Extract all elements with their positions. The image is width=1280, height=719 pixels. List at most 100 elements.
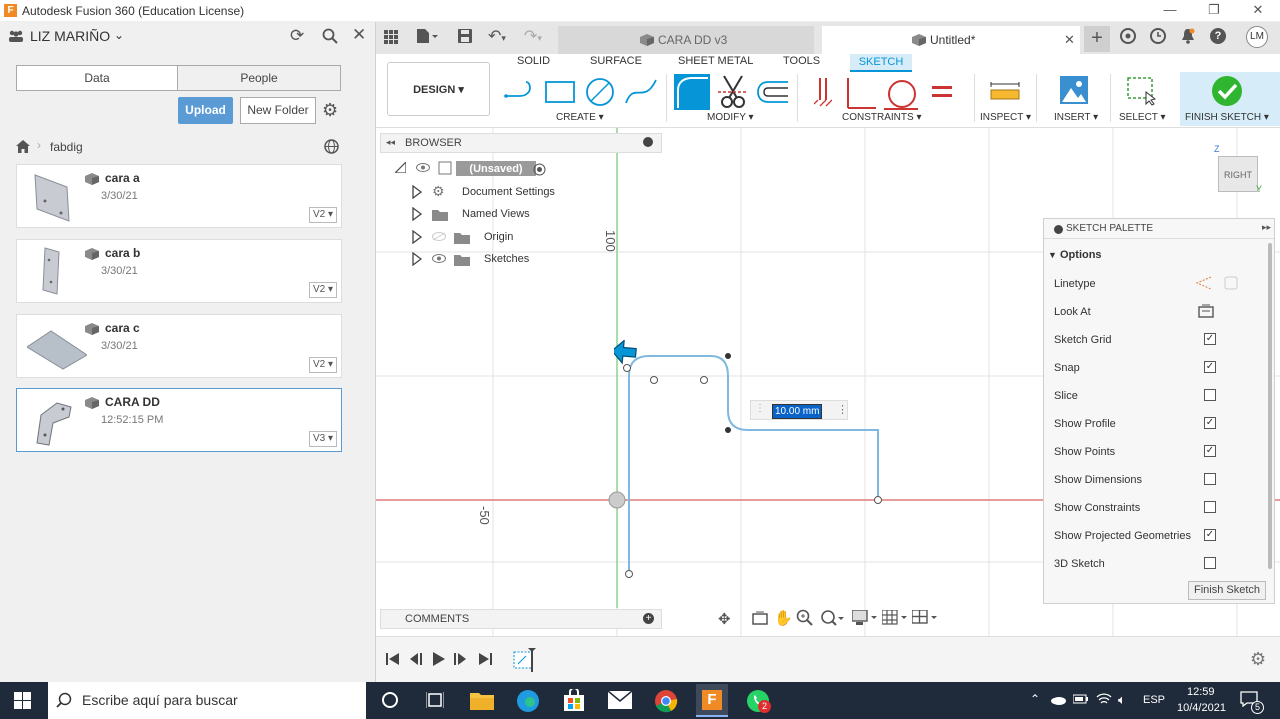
volume-icon[interactable]: 🔈︎ <box>1118 692 1126 708</box>
insert-menu[interactable]: INSERT ▾ <box>1054 112 1098 123</box>
equal-constraint-icon[interactable] <box>932 84 952 100</box>
timeline-sketch-feature-icon[interactable] <box>512 646 538 672</box>
tab-solid[interactable]: SOLID <box>517 55 550 67</box>
expand-icon[interactable] <box>412 185 422 199</box>
tangent-constraint-icon[interactable] <box>884 76 918 110</box>
tree-row[interactable]: Named Views <box>410 206 650 224</box>
tab-surface[interactable]: SURFACE <box>590 55 642 67</box>
hidden-eye-icon[interactable] <box>432 232 446 241</box>
inspect-menu[interactable]: INSPECT ▾ <box>980 112 1031 123</box>
new-tab-icon[interactable]: + <box>1084 26 1110 52</box>
doc-tab-active[interactable]: Untitled* ✕ <box>822 26 1080 54</box>
trim-tool-icon[interactable] <box>718 74 748 110</box>
activate-radio-icon[interactable] <box>533 163 546 176</box>
measure-tool-icon[interactable] <box>990 82 1020 102</box>
breadcrumb-folder[interactable]: fabdig <box>50 140 83 154</box>
wifi-icon[interactable] <box>1096 692 1112 706</box>
zoom-icon[interactable] <box>796 609 814 627</box>
search-icon[interactable] <box>322 28 338 44</box>
expand-icon[interactable] <box>412 207 422 221</box>
viewports-icon[interactable] <box>912 610 938 626</box>
doc-tab[interactable]: CARA DD v3 <box>558 26 814 54</box>
line-tool-icon[interactable] <box>504 80 536 104</box>
tab-sketch[interactable]: SKETCH <box>850 54 912 72</box>
tree-collapse-icon[interactable] <box>395 162 406 173</box>
drag-handle-icon[interactable]: ⋮ <box>755 403 765 414</box>
tab-sheet-metal[interactable]: SHEET METAL <box>678 55 753 67</box>
clock-date[interactable]: 10/4/2021 <box>1177 702 1226 714</box>
palette-scrollbar[interactable] <box>1268 243 1272 569</box>
finish-sketch-group[interactable]: FINISH SKETCH ▾ <box>1180 72 1280 126</box>
close-tab-icon[interactable]: ✕ <box>1064 32 1075 48</box>
tab-tools[interactable]: TOOLS <box>783 55 820 67</box>
close-panel-icon[interactable]: ✕ <box>352 25 366 45</box>
fillet-tool-icon[interactable] <box>674 74 710 110</box>
job-status-icon[interactable] <box>1150 28 1166 44</box>
play-icon[interactable] <box>432 652 446 666</box>
insert-image-icon[interactable] <box>1060 76 1088 104</box>
file-card[interactable]: cara b 3/30/21 V2 ▾ <box>16 239 342 303</box>
select-menu[interactable]: SELECT ▾ <box>1119 112 1166 123</box>
file-card[interactable]: cara a 3/30/21 V2 ▾ <box>16 164 342 228</box>
circle-tool-icon[interactable] <box>584 76 616 108</box>
checkbox[interactable]: ✓ <box>1204 417 1216 429</box>
file-card-selected[interactable]: CARA DD 12:52:15 PM V3 ▾ <box>16 388 342 452</box>
windows-start-icon[interactable] <box>14 692 31 709</box>
checkbox[interactable] <box>1204 389 1216 401</box>
dimension-input-box[interactable]: ⋮ 10.00 mm ⋮ <box>750 400 848 420</box>
finish-sketch-button[interactable]: Finish Sketch <box>1188 581 1266 600</box>
chrome-icon[interactable] <box>654 689 678 713</box>
file-card[interactable]: cara c 3/30/21 V2 ▾ <box>16 314 342 378</box>
select-tool-icon[interactable] <box>1126 76 1158 106</box>
file-explorer-icon[interactable] <box>470 690 494 710</box>
create-menu[interactable]: CREATE ▾ <box>556 112 604 123</box>
help-icon[interactable]: ? <box>1210 28 1226 44</box>
cortana-icon[interactable] <box>382 692 398 708</box>
avatar[interactable]: LM <box>1246 26 1268 48</box>
home-icon[interactable] <box>16 140 30 153</box>
checkbox[interactable]: ✓ <box>1204 333 1216 345</box>
task-view-icon[interactable] <box>426 691 444 709</box>
more-options-icon[interactable]: ⋮ <box>837 403 848 416</box>
version-badge[interactable]: V2 ▾ <box>309 357 337 373</box>
tab-people[interactable]: People <box>177 65 341 91</box>
redo-icon[interactable]: ↷▾ <box>524 26 542 46</box>
add-comment-icon[interactable]: + <box>643 613 654 624</box>
tree-row[interactable]: ⚙ Document Settings <box>410 183 650 202</box>
tray-chevron-up-icon[interactable]: ⌃ <box>1030 692 1040 706</box>
spline-tool-icon[interactable] <box>624 77 658 107</box>
clock-time[interactable]: 12:59 <box>1187 686 1215 698</box>
extensions-icon[interactable] <box>1120 28 1136 44</box>
workspace-dropdown[interactable]: DESIGN ▾ <box>387 62 490 116</box>
pan-icon[interactable]: ✋ <box>774 609 793 627</box>
version-badge[interactable]: V3 ▾ <box>309 431 337 447</box>
construction-line-icon[interactable] <box>1196 276 1212 290</box>
new-folder-button[interactable]: New Folder <box>240 97 316 124</box>
horizontal-constraint-icon[interactable] <box>846 76 878 110</box>
root-component[interactable]: (Unsaved) <box>456 161 536 176</box>
taskbar-search-box[interactable]: Escribe aquí para buscar <box>48 682 366 719</box>
checkbox[interactable] <box>1204 501 1216 513</box>
tree-row[interactable]: Origin <box>410 229 650 247</box>
orbit-icon[interactable]: ✥ <box>718 610 731 628</box>
apps-grid-icon[interactable] <box>384 30 398 44</box>
options-toggle-icon[interactable]: ▼ <box>1048 250 1057 260</box>
expand-icon[interactable] <box>412 230 422 244</box>
go-to-start-icon[interactable] <box>386 652 400 666</box>
restore-button[interactable]: ❐ <box>1192 0 1236 22</box>
battery-icon[interactable] <box>1073 694 1089 704</box>
file-menu-icon[interactable] <box>416 28 438 44</box>
version-badge[interactable]: V2 ▾ <box>309 207 337 223</box>
checkbox[interactable]: ✓ <box>1204 361 1216 373</box>
language-indicator[interactable]: ESP <box>1143 694 1165 706</box>
step-forward-icon[interactable] <box>454 652 468 666</box>
globe-icon[interactable] <box>324 139 339 154</box>
expand-palette-icon[interactable]: ▸▸ <box>1262 222 1271 233</box>
tab-data[interactable]: Data <box>16 65 178 91</box>
eye-icon[interactable] <box>416 163 430 172</box>
onedrive-icon[interactable] <box>1050 695 1066 705</box>
tree-row[interactable]: Sketches <box>410 251 650 269</box>
edge-icon[interactable] <box>516 689 540 713</box>
fit-icon[interactable] <box>820 609 844 627</box>
modify-menu[interactable]: MODIFY ▾ <box>707 112 754 123</box>
